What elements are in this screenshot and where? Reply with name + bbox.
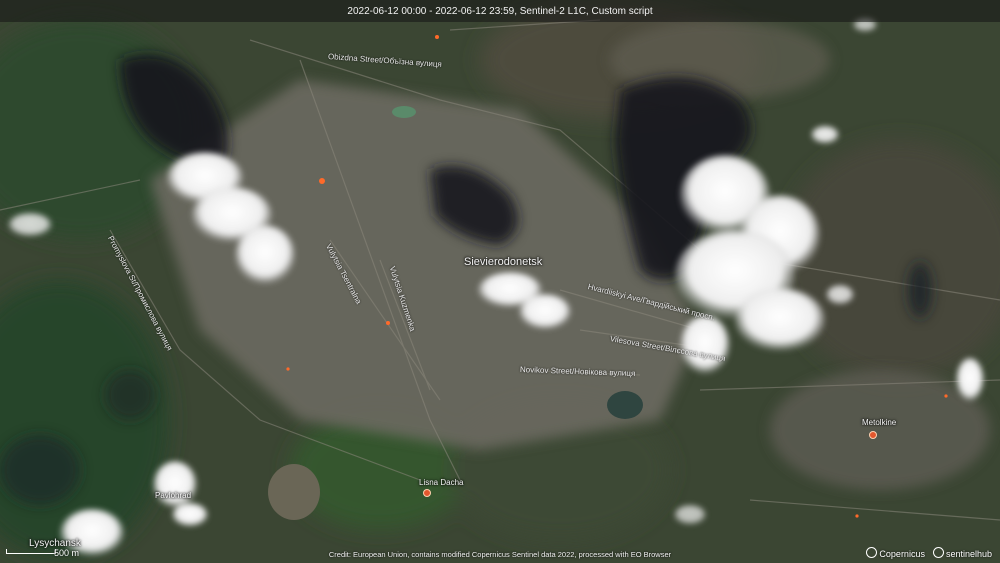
copernicus-logo: Copernicus [866, 547, 925, 559]
town-marker[interactable] [423, 489, 431, 497]
sentinelhub-logo: sentinelhub [932, 547, 992, 559]
sentinelhub-label: sentinelhub [945, 549, 992, 559]
city-label[interactable]: Sievierodonetsk [464, 256, 542, 268]
town-label[interactable]: Pavlohrad [155, 491, 191, 500]
attribution-credit: Credit: European Union, contains modifie… [328, 550, 672, 559]
sentinelhub-icon [932, 547, 944, 558]
pond [392, 106, 416, 118]
provider-logos: Copernicus sentinelhub [866, 547, 992, 559]
quarry [268, 464, 320, 520]
header-bar: 2022-06-12 00:00 - 2022-06-12 23:59, Sen… [0, 0, 1000, 22]
copernicus-icon [866, 547, 878, 558]
pond [607, 391, 643, 419]
date-range-title: 2022-06-12 00:00 - 2022-06-12 23:59, Sen… [347, 5, 653, 17]
town-label[interactable]: Metolkine [862, 418, 896, 427]
town-marker[interactable] [869, 431, 877, 439]
copernicus-label: Copernicus [879, 549, 925, 559]
satellite-imagery[interactable] [0, 0, 1000, 563]
town-label[interactable]: Lisna Dacha [419, 478, 463, 487]
